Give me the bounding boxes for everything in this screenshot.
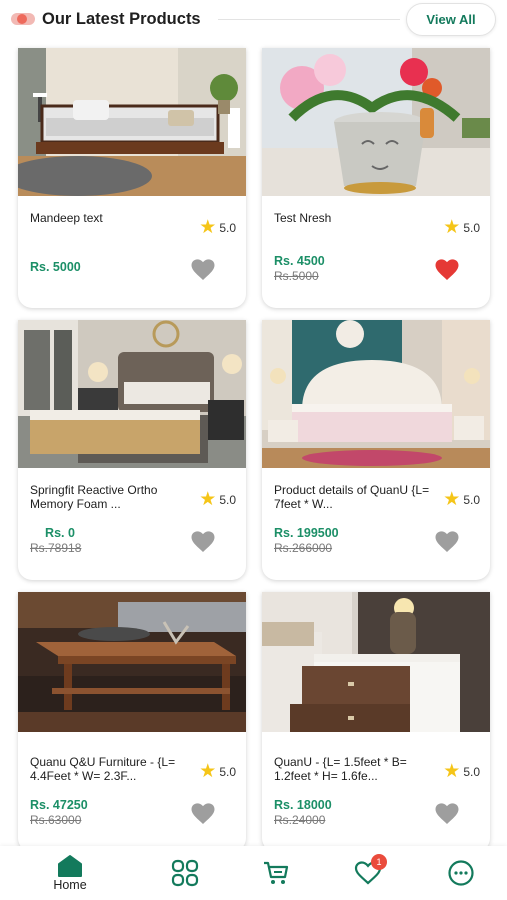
product-image-ornate-bed[interactable] — [262, 320, 490, 468]
product-price: Rs. 4500 — [274, 254, 325, 268]
rating-value: 5.0 — [463, 493, 480, 507]
bottom-navigation: Home 1 — [0, 846, 507, 900]
product-rating: ★ 5.0 — [199, 761, 236, 782]
view-all-button[interactable]: View All — [406, 3, 496, 36]
product-rating: ★ 5.0 — [199, 489, 236, 510]
product-price: Rs. 5000 — [30, 260, 81, 274]
product-price: Rs. 0 — [45, 526, 75, 540]
heart-icon[interactable] — [190, 259, 216, 281]
star-icon: ★ — [199, 217, 217, 238]
grid-icon — [171, 859, 199, 887]
product-old-price: Rs.24000 — [274, 813, 326, 827]
divider — [218, 19, 400, 20]
product-card[interactable]: Springfit Reactive Ortho Memory Foam ...… — [18, 320, 246, 580]
star-icon: ★ — [199, 761, 217, 782]
product-name[interactable]: Springfit Reactive Ortho Memory Foam ... — [30, 483, 188, 511]
section-title: Our Latest Products — [42, 10, 201, 28]
more-icon — [448, 860, 474, 886]
section-indicator-icon — [11, 13, 35, 25]
product-image-coffee-table[interactable] — [18, 592, 246, 740]
product-old-price: Rs.78918 — [30, 541, 82, 555]
product-name[interactable]: QuanU - {L= 1.5feet * B= 1.2feet * H= 1.… — [274, 755, 432, 783]
nav-wishlist[interactable]: 1 — [338, 846, 398, 900]
product-card[interactable]: Quanu Q&U Furniture - {L= 4.4Feet * W= 2… — [18, 592, 246, 852]
product-image-planter[interactable] — [262, 48, 490, 196]
heart-icon[interactable] — [434, 803, 460, 825]
rating-value: 5.0 — [463, 221, 480, 235]
star-icon: ★ — [443, 489, 461, 510]
star-icon: ★ — [199, 489, 217, 510]
product-old-price: Rs.5000 — [274, 269, 319, 283]
rating-value: 5.0 — [219, 765, 236, 779]
product-price: Rs. 47250 — [30, 798, 88, 812]
rating-value: 5.0 — [463, 765, 480, 779]
nav-home[interactable]: Home — [40, 846, 100, 900]
star-icon: ★ — [443, 761, 461, 782]
heart-icon[interactable] — [190, 531, 216, 553]
product-card[interactable]: Test Nresh ★ 5.0 Rs. 4500 Rs.5000 — [262, 48, 490, 308]
product-card[interactable]: QuanU - {L= 1.5feet * B= 1.2feet * H= 1.… — [262, 592, 490, 852]
product-rating: ★ 5.0 — [443, 489, 480, 510]
heart-icon[interactable] — [190, 803, 216, 825]
product-rating: ★ 5.0 — [199, 217, 236, 238]
cart-icon — [264, 861, 289, 884]
rating-value: 5.0 — [219, 221, 236, 235]
product-price: Rs. 199500 — [274, 526, 339, 540]
product-card[interactable]: Mandeep text ★ 5.0 Rs. 5000 — [18, 48, 246, 308]
nav-cart[interactable] — [246, 846, 306, 900]
nav-home-label: Home — [53, 878, 87, 892]
product-card[interactable]: Product details of QuanU {L= 7feet * W..… — [262, 320, 490, 580]
wishlist-count-badge: 1 — [371, 854, 387, 870]
rating-value: 5.0 — [219, 493, 236, 507]
product-image-sofa[interactable] — [18, 48, 246, 196]
nav-categories[interactable] — [155, 846, 215, 900]
product-image-bed[interactable] — [18, 320, 246, 468]
product-name[interactable]: Product details of QuanU {L= 7feet * W..… — [274, 483, 432, 511]
star-icon: ★ — [443, 217, 461, 238]
product-old-price: Rs.266000 — [274, 541, 333, 555]
home-icon — [58, 855, 82, 877]
product-rating: ★ 5.0 — [443, 761, 480, 782]
section-header: Our Latest Products View All — [0, 0, 507, 40]
heart-icon-active[interactable] — [434, 259, 460, 281]
product-price: Rs. 18000 — [274, 798, 332, 812]
nav-more[interactable] — [431, 846, 491, 900]
product-name[interactable]: Test Nresh — [274, 211, 432, 225]
product-old-price: Rs.63000 — [30, 813, 82, 827]
product-rating: ★ 5.0 — [443, 217, 480, 238]
product-image-nightstand[interactable] — [262, 592, 490, 740]
product-name[interactable]: Quanu Q&U Furniture - {L= 4.4Feet * W= 2… — [30, 755, 188, 783]
product-name[interactable]: Mandeep text — [30, 211, 188, 225]
heart-icon[interactable] — [434, 531, 460, 553]
